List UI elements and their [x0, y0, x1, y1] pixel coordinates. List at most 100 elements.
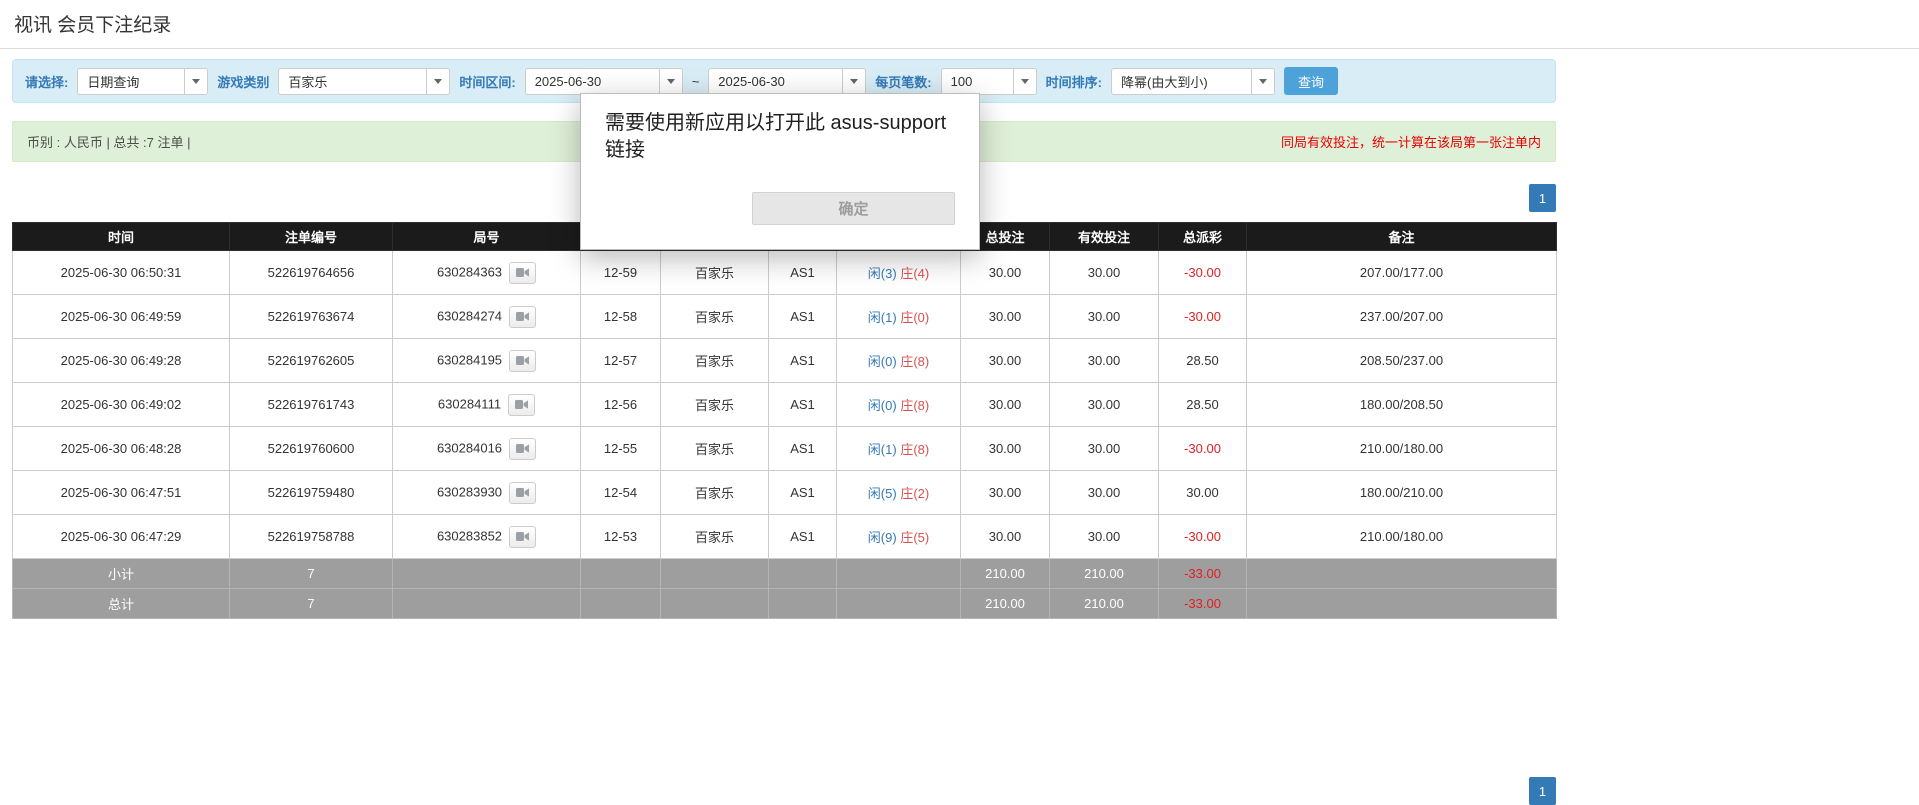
page-1-button[interactable]: 1 [1529, 777, 1556, 805]
chevron-down-icon [184, 69, 207, 94]
time-sort-dropdown[interactable]: 降幂(由大到小) [1111, 68, 1275, 95]
chevron-down-icon [1251, 69, 1274, 94]
cell-result: 闲(5) 庄(2) [837, 471, 961, 515]
cell-total-bet-link[interactable]: 30.00 [961, 295, 1050, 339]
page-size-input[interactable]: 100 [941, 68, 1037, 95]
cell-game: 百家乐 [661, 251, 769, 295]
dialog-confirm-button[interactable]: 确定 [752, 192, 955, 225]
date-from-value: 2025-06-30 [526, 69, 659, 94]
result-player: 闲(1) [868, 442, 897, 457]
cell-payout: -30.00 [1159, 251, 1247, 295]
video-camera-icon [515, 399, 528, 410]
view-video-button[interactable] [509, 306, 536, 328]
cell-total-bet-link[interactable]: 30.00 [961, 383, 1050, 427]
cell-total-bet-link[interactable]: 30.00 [961, 251, 1050, 295]
query-type-dropdown[interactable]: 日期查询 [77, 68, 208, 95]
round-number: 630284274 [437, 308, 502, 323]
dialog-message: 需要使用新应用以打开此 asus-support 链接 [605, 110, 955, 164]
view-video-button[interactable] [508, 394, 535, 416]
view-video-button[interactable] [509, 482, 536, 504]
video-camera-icon [516, 355, 529, 366]
footer-empty [393, 559, 581, 589]
cell-round: 630284195 [393, 339, 581, 383]
cell-bet-id: 522619761743 [230, 383, 393, 427]
cell-payout: 28.50 [1159, 339, 1247, 383]
page-header: 视讯 会员下注纪录 [0, 0, 1919, 49]
cell-bet-id: 522619758788 [230, 515, 393, 559]
result-banker: 庄(0) [900, 310, 929, 325]
cell-round: 630284016 [393, 427, 581, 471]
cell-payout: -30.00 [1159, 295, 1247, 339]
subtotal-row: 小计7210.00210.00-33.00 [13, 559, 1557, 589]
view-video-button[interactable] [509, 350, 536, 372]
cell-shoe-round: 12-53 [581, 515, 661, 559]
table-row: 2025-06-30 06:47:51522619759480630283930… [13, 471, 1557, 515]
view-video-button[interactable] [509, 438, 536, 460]
cell-result: 闲(9) 庄(5) [837, 515, 961, 559]
view-video-button[interactable] [509, 526, 536, 548]
table-row: 2025-06-30 06:49:02522619761743630284111… [13, 383, 1557, 427]
cell-valid-bet: 30.00 [1050, 515, 1159, 559]
cell-note: 210.00/180.00 [1247, 515, 1557, 559]
cell-shoe-round: 12-59 [581, 251, 661, 295]
game-type-dropdown[interactable]: 百家乐 [278, 68, 450, 95]
cell-shoe-round: 12-58 [581, 295, 661, 339]
date-from-input[interactable]: 2025-06-30 [525, 68, 683, 95]
result-banker: 庄(4) [900, 266, 929, 281]
table-body: 2025-06-30 06:50:31522619764656630284363… [13, 251, 1557, 559]
cell-total-bet-link[interactable]: 30.00 [961, 471, 1050, 515]
time-sort-label: 时间排序: [1046, 72, 1102, 91]
cell-valid-bet: 30.00 [1050, 251, 1159, 295]
cell-bet-id: 522619760600 [230, 427, 393, 471]
result-banker: 庄(8) [900, 398, 929, 413]
pagination-bottom: 1 [12, 777, 1556, 805]
footer-note [1247, 589, 1557, 619]
cell-table-code: AS1 [769, 515, 837, 559]
video-camera-icon [516, 443, 529, 454]
view-video-button[interactable] [509, 262, 536, 284]
cell-total-bet-link[interactable]: 30.00 [961, 515, 1050, 559]
cell-game: 百家乐 [661, 339, 769, 383]
column-header: 备注 [1247, 223, 1557, 251]
page-size-value: 100 [942, 69, 1013, 94]
cell-total-bet-link[interactable]: 30.00 [961, 339, 1050, 383]
date-to-input[interactable]: 2025-06-30 [708, 68, 866, 95]
game-type-label: 游戏类别 [217, 72, 269, 91]
cell-total-bet-link[interactable]: 30.00 [961, 427, 1050, 471]
table-row: 2025-06-30 06:49:28522619762605630284195… [13, 339, 1557, 383]
cell-payout: 28.50 [1159, 383, 1247, 427]
cell-note: 180.00/210.00 [1247, 471, 1557, 515]
footer-empty [581, 559, 661, 589]
column-header: 有效投注 [1050, 223, 1159, 251]
cell-shoe-round: 12-57 [581, 339, 661, 383]
footer-empty [837, 589, 961, 619]
time-range-label: 时间区间: [459, 72, 515, 91]
footer-label: 总计 [13, 589, 230, 619]
cell-time: 2025-06-30 06:48:28 [13, 427, 230, 471]
cell-game: 百家乐 [661, 427, 769, 471]
open-app-dialog: 需要使用新应用以打开此 asus-support 链接 确定 [580, 93, 980, 250]
search-button[interactable]: 查询 [1284, 67, 1338, 95]
cell-valid-bet: 30.00 [1050, 339, 1159, 383]
cell-table-code: AS1 [769, 383, 837, 427]
video-camera-icon [516, 311, 529, 322]
footer-count: 7 [230, 589, 393, 619]
video-camera-icon [516, 267, 529, 278]
cell-round: 630284363 [393, 251, 581, 295]
footer-empty [837, 559, 961, 589]
result-banker: 庄(5) [900, 530, 929, 545]
cell-valid-bet: 30.00 [1050, 427, 1159, 471]
cell-round: 630284274 [393, 295, 581, 339]
page-1-button[interactable]: 1 [1529, 184, 1556, 212]
cell-bet-id: 522619763674 [230, 295, 393, 339]
cell-bet-id: 522619764656 [230, 251, 393, 295]
round-number: 630284195 [437, 352, 502, 367]
cell-result: 闲(1) 庄(0) [837, 295, 961, 339]
chevron-down-icon [426, 69, 449, 94]
result-player: 闲(0) [868, 398, 897, 413]
footer-payout: -33.00 [1159, 589, 1247, 619]
time-sort-value: 降幂(由大到小) [1112, 69, 1251, 94]
cell-valid-bet: 30.00 [1050, 295, 1159, 339]
round-number: 630283930 [437, 484, 502, 499]
video-camera-icon [516, 487, 529, 498]
